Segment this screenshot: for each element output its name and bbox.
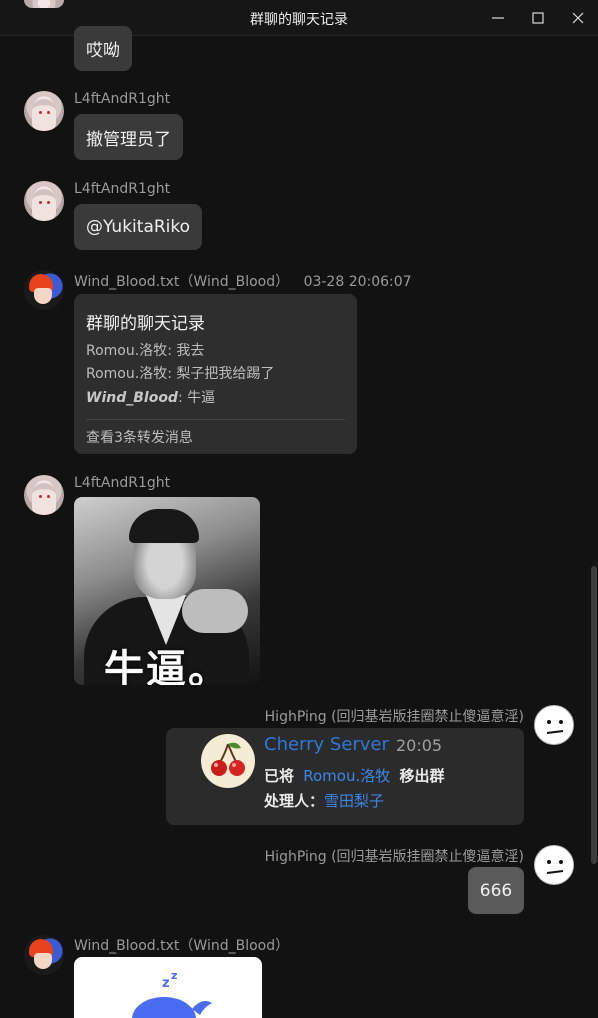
- neutral-face-icon: [546, 860, 564, 874]
- forward-title: 群聊的聊天记录: [86, 314, 205, 334]
- close-button[interactable]: [558, 0, 598, 36]
- avatar[interactable]: [24, 91, 64, 131]
- sender-name: HighPing (回归基岩版挂圈禁止傻逼意淫): [264, 709, 524, 725]
- bot-name[interactable]: Cherry Server: [264, 734, 389, 755]
- cherry-icon: [211, 742, 245, 776]
- sender-name-text: Wind_Blood.txt（Wind_Blood）: [74, 274, 290, 290]
- cherry-server-logo: [201, 734, 255, 788]
- sender-name: L4ftAndR1ght: [74, 91, 171, 107]
- image-message[interactable]: 牛逼。: [74, 497, 260, 685]
- sticker-message[interactable]: z z: [74, 957, 262, 1018]
- forward-preview-line: Wind_Blood: 牛逼: [86, 390, 216, 406]
- user-link[interactable]: 雪田梨子: [324, 792, 384, 810]
- avatar[interactable]: [24, 935, 64, 975]
- group-notice-card[interactable]: Cherry Server 20:05 已将 Romou.洛牧 移出群 处理人：…: [166, 728, 524, 825]
- card-time: 20:05: [396, 736, 443, 755]
- user-link[interactable]: Romou.洛牧: [303, 767, 390, 785]
- message-timestamp: 03-28 20:06:07: [303, 274, 412, 290]
- notice-line-1: 已将 Romou.洛牧 移出群: [264, 767, 445, 785]
- scrollbar[interactable]: [590, 36, 598, 1018]
- minimize-icon: [492, 17, 504, 19]
- scrollbar-thumb[interactable]: [591, 566, 597, 864]
- svg-text:z: z: [162, 976, 170, 991]
- forward-preview-line: Romou.洛牧: 我去: [86, 343, 205, 359]
- close-icon: [572, 12, 584, 24]
- avatar[interactable]: [24, 0, 64, 8]
- avatar[interactable]: [534, 705, 574, 745]
- message-bubble[interactable]: 哎呦: [74, 26, 132, 71]
- notice-line-2: 处理人：雪田梨子: [264, 792, 385, 810]
- avatar[interactable]: [24, 475, 64, 515]
- sender-name: L4ftAndR1ght: [74, 475, 171, 491]
- neutral-face-icon: [546, 720, 564, 734]
- avatar[interactable]: [24, 270, 64, 310]
- message-bubble[interactable]: 撤管理员了: [74, 114, 183, 160]
- svg-text:z: z: [171, 969, 177, 982]
- divider: [86, 419, 345, 420]
- maximize-icon: [532, 12, 544, 24]
- forward-preview-line: Romou.洛牧: 梨子把我给踢了: [86, 366, 275, 382]
- forwarded-messages-card[interactable]: 群聊的聊天记录 Romou.洛牧: 我去 Romou.洛牧: 梨子把我给踢了 W…: [74, 294, 357, 454]
- avatar[interactable]: [534, 845, 574, 885]
- message-bubble[interactable]: 666: [468, 867, 524, 914]
- maximize-button[interactable]: [518, 0, 558, 36]
- sender-name: L4ftAndR1ght: [74, 181, 171, 197]
- avatar[interactable]: [24, 181, 64, 221]
- minimize-button[interactable]: [478, 0, 518, 36]
- sleeping-whale-icon: z z: [132, 969, 212, 1018]
- message-bubble[interactable]: @YukitaRiko: [74, 204, 203, 250]
- sender-name: Wind_Blood.txt（Wind_Blood）: [74, 938, 290, 954]
- sender-name: HighPing (回归基岩版挂圈禁止傻逼意淫): [264, 849, 524, 865]
- view-forwarded-link[interactable]: 查看3条转发消息: [86, 427, 193, 447]
- sender-name: Wind_Blood.txt（Wind_Blood） 03-28 20:06:0…: [74, 271, 412, 291]
- image-caption: 牛逼。: [104, 647, 230, 685]
